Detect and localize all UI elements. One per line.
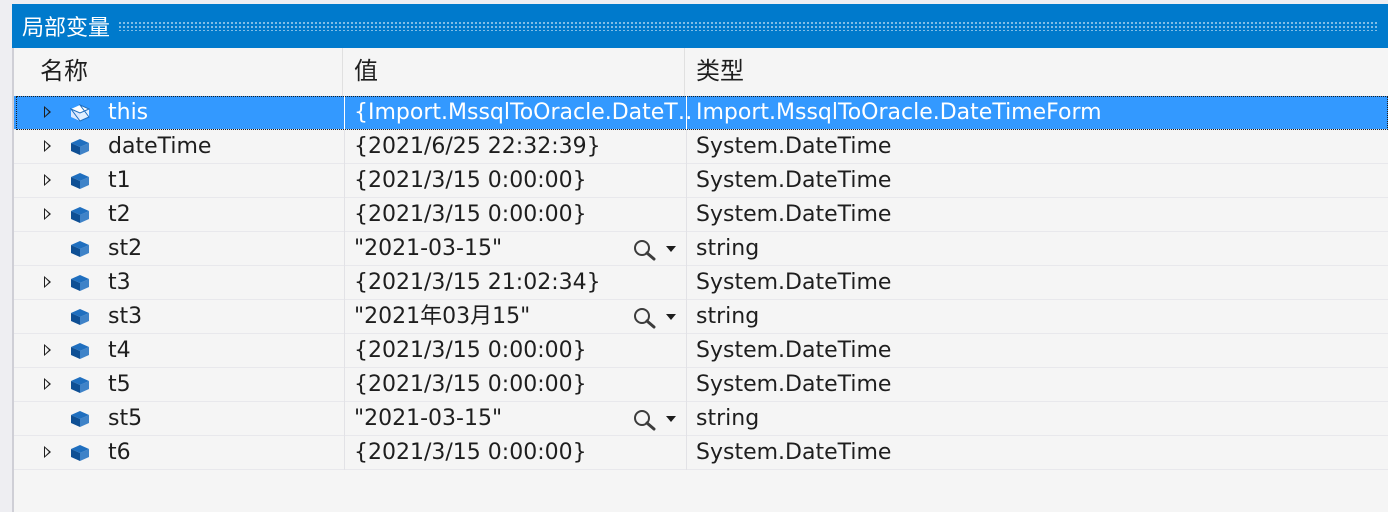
locals-window: 局部变量 名称 值 类型 this {Import.MssqlToOracle.D… (12, 4, 1388, 512)
window-title: 局部变量 (22, 16, 111, 41)
variable-name[interactable]: t3 (108, 266, 342, 300)
table-row[interactable]: t2 {2021/3/15 0:00:00} System.DateTime (14, 198, 1388, 232)
cell-divider (686, 198, 687, 232)
cell-divider (686, 334, 687, 368)
variable-value[interactable]: {2021/3/15 0:00:00} (354, 198, 694, 232)
variable-type[interactable]: System.DateTime (696, 368, 1386, 402)
variable-type[interactable]: string (696, 300, 1386, 334)
table-row[interactable]: t5 {2021/3/15 0:00:00} System.DateTime (14, 368, 1388, 402)
cell-divider (686, 232, 687, 266)
variable-name[interactable]: dateTime (108, 130, 342, 164)
variable-name[interactable]: t2 (108, 198, 342, 232)
table-row[interactable]: st5 "2021-03-15" string (14, 402, 1388, 436)
cell-divider (686, 266, 687, 300)
cell-divider (344, 96, 345, 130)
tool-window-title-bar[interactable]: 局部变量 (12, 4, 1388, 48)
table-row[interactable]: t1 {2021/3/15 0:00:00} System.DateTime (14, 164, 1388, 198)
cell-divider (686, 96, 687, 130)
expand-arrow-icon[interactable] (44, 208, 51, 220)
cell-divider (344, 334, 345, 368)
cell-divider (686, 402, 687, 436)
field-cube-icon (71, 445, 89, 461)
expand-arrow-icon[interactable] (44, 344, 51, 356)
cell-divider (344, 232, 345, 266)
variable-value[interactable]: {2021/3/15 0:00:00} (354, 368, 694, 402)
variable-value[interactable]: {2021/6/25 22:32:39} (354, 130, 694, 164)
expand-arrow-icon[interactable] (44, 276, 51, 288)
field-cube-icon (71, 411, 89, 427)
field-cube-icon (71, 207, 89, 223)
table-row[interactable]: st2 "2021-03-15" string (14, 232, 1388, 266)
table-row[interactable]: this {Import.MssqlToOracle.DateT… Import.M… (14, 96, 1388, 130)
variable-name[interactable]: t1 (108, 164, 342, 198)
variable-name[interactable]: t5 (108, 368, 342, 402)
cell-divider (344, 198, 345, 232)
field-cube-icon (71, 309, 89, 325)
cell-divider (344, 164, 345, 198)
variable-type[interactable]: System.DateTime (696, 266, 1386, 300)
cell-divider (686, 436, 687, 470)
column-header-value[interactable]: 值 (346, 48, 686, 96)
variable-name[interactable]: this (108, 96, 342, 130)
cell-divider (686, 300, 687, 334)
variable-type[interactable]: System.DateTime (696, 130, 1386, 164)
cell-divider (344, 436, 345, 470)
variable-type[interactable]: System.DateTime (696, 334, 1386, 368)
cell-divider (686, 130, 687, 164)
expand-arrow-icon[interactable] (44, 174, 51, 186)
variable-value[interactable]: {2021/3/15 0:00:00} (354, 164, 694, 198)
field-cube-icon (71, 139, 89, 155)
table-row[interactable]: t3 {2021/3/15 21:02:34} System.DateTime (14, 266, 1388, 300)
chevron-down-icon[interactable] (666, 416, 676, 422)
table-row[interactable]: st3 "2021年03月15" string (14, 300, 1388, 334)
title-grip-pattern[interactable] (118, 21, 1378, 31)
field-cube-icon (71, 377, 89, 393)
variable-name[interactable]: t6 (108, 436, 342, 470)
column-header-name[interactable]: 名称 (32, 48, 342, 96)
variable-value[interactable]: {2021/3/15 0:00:00} (354, 436, 694, 470)
cell-divider (686, 164, 687, 198)
variable-name[interactable]: st2 (108, 232, 342, 266)
variable-value[interactable]: {Import.MssqlToOracle.DateT… (354, 96, 694, 130)
field-cube-icon (71, 173, 89, 189)
variable-type[interactable]: Import.MssqlToOracle.DateTimeForm (696, 96, 1386, 130)
variable-value[interactable]: {2021/3/15 21:02:34} (354, 266, 694, 300)
magnifier-icon[interactable] (632, 306, 658, 330)
field-cube-icon (71, 275, 89, 291)
magnifier-icon[interactable] (632, 408, 658, 432)
variable-type[interactable]: System.DateTime (696, 436, 1386, 470)
cell-divider (344, 266, 345, 300)
field-cube-icon (71, 343, 89, 359)
cell-divider (344, 130, 345, 164)
magnifier-icon[interactable] (632, 238, 658, 262)
expand-arrow-icon[interactable] (44, 140, 51, 152)
variable-type[interactable]: System.DateTime (696, 198, 1386, 232)
cell-divider (344, 368, 345, 402)
column-header-type[interactable]: 类型 (688, 48, 1378, 96)
column-resize-handle-value[interactable] (684, 48, 685, 96)
column-resize-handle-name[interactable] (342, 48, 343, 96)
variable-type[interactable]: string (696, 402, 1386, 436)
table-row[interactable]: dateTime {2021/6/25 22:32:39} System.DateT… (14, 130, 1388, 164)
variable-type[interactable]: System.DateTime (696, 164, 1386, 198)
cell-divider (686, 368, 687, 402)
variable-name[interactable]: st3 (108, 300, 342, 334)
variable-name[interactable]: st5 (108, 402, 342, 436)
chevron-down-icon[interactable] (666, 246, 676, 252)
expand-arrow-icon[interactable] (44, 106, 51, 118)
field-cube-icon (71, 241, 89, 257)
field-cube-icon (70, 104, 90, 122)
variable-name[interactable]: t4 (108, 334, 342, 368)
grid-header: 名称 值 类型 (14, 48, 1388, 97)
cell-divider (344, 300, 345, 334)
table-row[interactable]: t4 {2021/3/15 0:00:00} System.DateTime (14, 334, 1388, 368)
cell-divider (344, 402, 345, 436)
locals-grid: 名称 值 类型 this {Import.MssqlToOracle.DateT…… (12, 48, 1388, 512)
expand-arrow-icon[interactable] (44, 446, 51, 458)
expand-arrow-icon[interactable] (44, 378, 51, 390)
variable-type[interactable]: string (696, 232, 1386, 266)
chevron-down-icon[interactable] (666, 314, 676, 320)
table-row[interactable]: t6 {2021/3/15 0:00:00} System.DateTime (14, 436, 1388, 470)
variable-value[interactable]: {2021/3/15 0:00:00} (354, 334, 694, 368)
